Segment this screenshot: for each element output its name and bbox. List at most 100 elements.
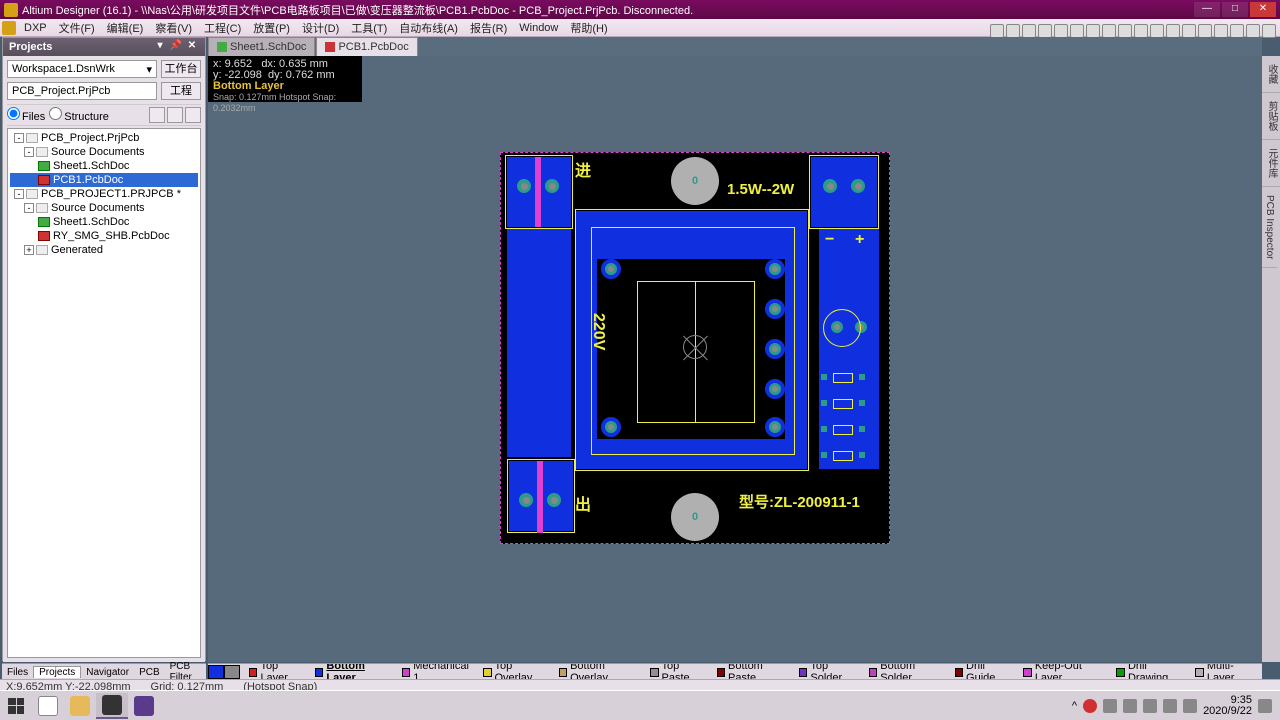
panel-menu-icon[interactable]: ▾ bbox=[153, 40, 167, 54]
layer-tab[interactable]: Drill Guide bbox=[950, 663, 1019, 680]
layer-tab[interactable]: Top Layer bbox=[244, 663, 310, 680]
tree-doc[interactable]: Sheet1.SchDoc bbox=[53, 216, 129, 228]
tool-icon[interactable] bbox=[1182, 24, 1196, 38]
tool-icon[interactable] bbox=[1246, 24, 1260, 38]
layer-tab[interactable]: Bottom Overlay bbox=[554, 663, 645, 680]
pcb-canvas[interactable]: x: 9.652 dx: 0.635 mm y: -22.098 dy: 0.7… bbox=[208, 56, 1262, 662]
layer-tab[interactable]: Mechanical 1 bbox=[397, 663, 478, 680]
tray-up-icon[interactable]: ^ bbox=[1072, 700, 1077, 712]
clock[interactable]: 9:35 2020/9/22 bbox=[1203, 695, 1252, 717]
layer-tab[interactable]: Top Paste bbox=[645, 663, 712, 680]
right-tab[interactable]: 收藏 bbox=[1262, 56, 1280, 93]
tree-project[interactable]: PCB_PROJECT1.PRJPCB * bbox=[41, 188, 181, 200]
tree-doc-selected[interactable]: PCB1.PcbDoc bbox=[53, 174, 123, 186]
workbench-button[interactable]: 工作台 bbox=[161, 60, 201, 78]
project-tree[interactable]: -PCB_Project.PrjPcb -Source Documents Sh… bbox=[7, 128, 201, 658]
menu-autoroute[interactable]: 自动布线(A) bbox=[393, 20, 464, 36]
project-button[interactable]: 工程 bbox=[161, 82, 201, 100]
tool-icon[interactable] bbox=[1166, 24, 1180, 38]
taskbar-search-icon[interactable] bbox=[32, 693, 64, 719]
start-button[interactable] bbox=[0, 693, 32, 719]
tray-volume-icon[interactable] bbox=[1163, 699, 1177, 713]
tab-files[interactable]: Files bbox=[2, 667, 33, 678]
minimize-button[interactable]: — bbox=[1194, 2, 1220, 17]
tree-expander[interactable]: + bbox=[24, 245, 34, 255]
tool-icon[interactable] bbox=[1022, 24, 1036, 38]
tray-icon[interactable] bbox=[1123, 699, 1137, 713]
right-tab[interactable]: PCB Inspector bbox=[1262, 187, 1277, 268]
tool-icon[interactable] bbox=[149, 107, 165, 123]
menu-edit[interactable]: 编辑(E) bbox=[101, 20, 150, 36]
files-radio[interactable]: Files bbox=[7, 107, 45, 123]
tab-projects[interactable]: Projects bbox=[33, 666, 81, 678]
taskbar-premiere[interactable] bbox=[128, 693, 160, 719]
menu-help[interactable]: 帮助(H) bbox=[564, 20, 613, 36]
tool-icon[interactable] bbox=[1262, 24, 1276, 38]
dxp-icon[interactable] bbox=[2, 21, 16, 35]
panel-close-icon[interactable]: ✕ bbox=[185, 40, 199, 54]
tool-icon[interactable] bbox=[1150, 24, 1164, 38]
tray-notifications-icon[interactable] bbox=[1258, 699, 1272, 713]
tray-icon[interactable] bbox=[1103, 699, 1117, 713]
tool-icon[interactable] bbox=[1102, 24, 1116, 38]
project-field[interactable]: PCB_Project.PrjPcb bbox=[7, 82, 157, 100]
tree-doc[interactable]: RY_SMG_SHB.PcbDoc bbox=[53, 230, 170, 242]
tree-expander[interactable]: - bbox=[14, 189, 24, 199]
tree-folder[interactable]: Source Documents bbox=[51, 146, 145, 158]
tree-expander[interactable]: - bbox=[24, 147, 34, 157]
layer-tab[interactable]: Bottom Layer bbox=[310, 663, 397, 680]
layer-tab[interactable]: Top Solder bbox=[794, 663, 864, 680]
layer-tab[interactable]: Multi-Layer bbox=[1190, 663, 1262, 680]
tab-pcb1[interactable]: PCB1.PcbDoc bbox=[316, 37, 417, 56]
tab-navigator[interactable]: Navigator bbox=[81, 667, 134, 678]
tool-icon[interactable] bbox=[185, 107, 201, 123]
layer-tab[interactable]: Bottom Paste bbox=[712, 663, 794, 680]
pcb-board[interactable]: 0 0 进 出 1.5W--2W 220V bbox=[500, 152, 890, 544]
menu-tools[interactable]: 工具(T) bbox=[345, 20, 393, 36]
menu-design[interactable]: 设计(D) bbox=[296, 20, 345, 36]
tab-sheet1[interactable]: Sheet1.SchDoc bbox=[208, 37, 315, 56]
maximize-button[interactable]: □ bbox=[1222, 2, 1248, 17]
tool-icon[interactable] bbox=[1038, 24, 1052, 38]
menu-place[interactable]: 放置(P) bbox=[247, 20, 296, 36]
workspace-select[interactable]: Workspace1.DsnWrk ▾ bbox=[7, 60, 157, 78]
tool-icon[interactable] bbox=[990, 24, 1004, 38]
layer-tab[interactable]: Drill Drawing bbox=[1111, 663, 1190, 680]
menu-dxp[interactable]: DXP bbox=[18, 22, 53, 34]
tree-project[interactable]: PCB_Project.PrjPcb bbox=[41, 132, 139, 144]
taskbar-altium[interactable] bbox=[96, 693, 128, 719]
close-button[interactable]: ✕ bbox=[1250, 2, 1276, 17]
tool-icon[interactable] bbox=[1214, 24, 1228, 38]
tool-icon[interactable] bbox=[167, 107, 183, 123]
layer-tab[interactable]: Top Overlay bbox=[478, 663, 554, 680]
menu-project[interactable]: 工程(C) bbox=[198, 20, 247, 36]
tool-icon[interactable] bbox=[1054, 24, 1068, 38]
tool-icon[interactable] bbox=[1134, 24, 1148, 38]
tree-folder[interactable]: Generated bbox=[51, 244, 103, 256]
tool-icon[interactable] bbox=[1086, 24, 1100, 38]
tree-expander[interactable]: - bbox=[24, 203, 34, 213]
taskbar-explorer[interactable] bbox=[64, 693, 96, 719]
tree-folder[interactable]: Source Documents bbox=[51, 202, 145, 214]
menu-file[interactable]: 文件(F) bbox=[53, 20, 101, 36]
tool-icon[interactable] bbox=[1198, 24, 1212, 38]
tree-expander[interactable]: - bbox=[14, 133, 24, 143]
tool-icon[interactable] bbox=[1070, 24, 1084, 38]
menu-window[interactable]: Window bbox=[513, 22, 564, 34]
tool-icon[interactable] bbox=[1230, 24, 1244, 38]
tray-network-icon[interactable] bbox=[1143, 699, 1157, 713]
layer-swap[interactable] bbox=[208, 665, 240, 679]
tool-icon[interactable] bbox=[1006, 24, 1020, 38]
menu-reports[interactable]: 报告(R) bbox=[464, 20, 513, 36]
layer-tab[interactable]: Bottom Solder bbox=[864, 663, 950, 680]
right-tab[interactable]: 元件库 bbox=[1262, 140, 1280, 187]
tray-ime-icon[interactable] bbox=[1183, 699, 1197, 713]
right-tab[interactable]: 剪贴板 bbox=[1262, 93, 1280, 140]
menu-view[interactable]: 察看(V) bbox=[149, 20, 198, 36]
tool-icon[interactable] bbox=[1118, 24, 1132, 38]
panel-pin-icon[interactable]: 📌 bbox=[169, 40, 183, 54]
tray-icon[interactable] bbox=[1083, 699, 1097, 713]
tab-pcb[interactable]: PCB bbox=[134, 667, 165, 678]
layer-tab[interactable]: Keep-Out Layer bbox=[1018, 663, 1111, 680]
tree-doc[interactable]: Sheet1.SchDoc bbox=[53, 160, 129, 172]
